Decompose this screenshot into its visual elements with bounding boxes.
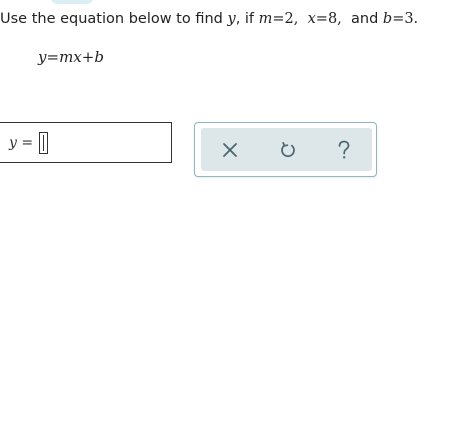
problem-statement: Use the equation below to find y, if m=2…: [0, 8, 418, 30]
problem-text-and: and: [351, 11, 383, 27]
equation-b: b: [94, 48, 104, 66]
undo-icon: [281, 141, 295, 158]
answer-box: y =: [0, 122, 172, 163]
equation-display: y=mx+b: [38, 46, 104, 68]
tool-panel: [194, 122, 377, 177]
close-icon: [223, 143, 237, 157]
problem-x-variable: x: [307, 11, 316, 27]
tool-bar: [201, 128, 372, 171]
answer-label: y =: [9, 134, 33, 152]
problem-target-variable: y: [227, 11, 236, 27]
equation-plus: +: [81, 48, 95, 66]
problem-m-value: =2,: [272, 11, 299, 27]
help-icon: [338, 140, 350, 159]
equation-x: x: [73, 48, 82, 66]
answer-label-variable: y: [9, 135, 17, 151]
equation-equals: =: [46, 48, 60, 66]
equation-m: m: [59, 48, 74, 66]
undo-button[interactable]: [273, 135, 303, 165]
clear-button[interactable]: [215, 135, 245, 165]
problem-text-prefix: Use the equation below to find: [0, 11, 228, 27]
answer-label-equals: =: [16, 135, 34, 151]
problem-b-value: =3.: [392, 11, 419, 27]
answer-input[interactable]: [39, 132, 48, 154]
problem-x-value: =8,: [315, 11, 342, 27]
problem-b-variable: b: [382, 11, 393, 27]
problem-m-variable: m: [258, 11, 273, 27]
problem-text-if: , if: [235, 11, 259, 27]
top-tab-indicator: [50, 0, 94, 4]
help-button[interactable]: [329, 135, 359, 165]
